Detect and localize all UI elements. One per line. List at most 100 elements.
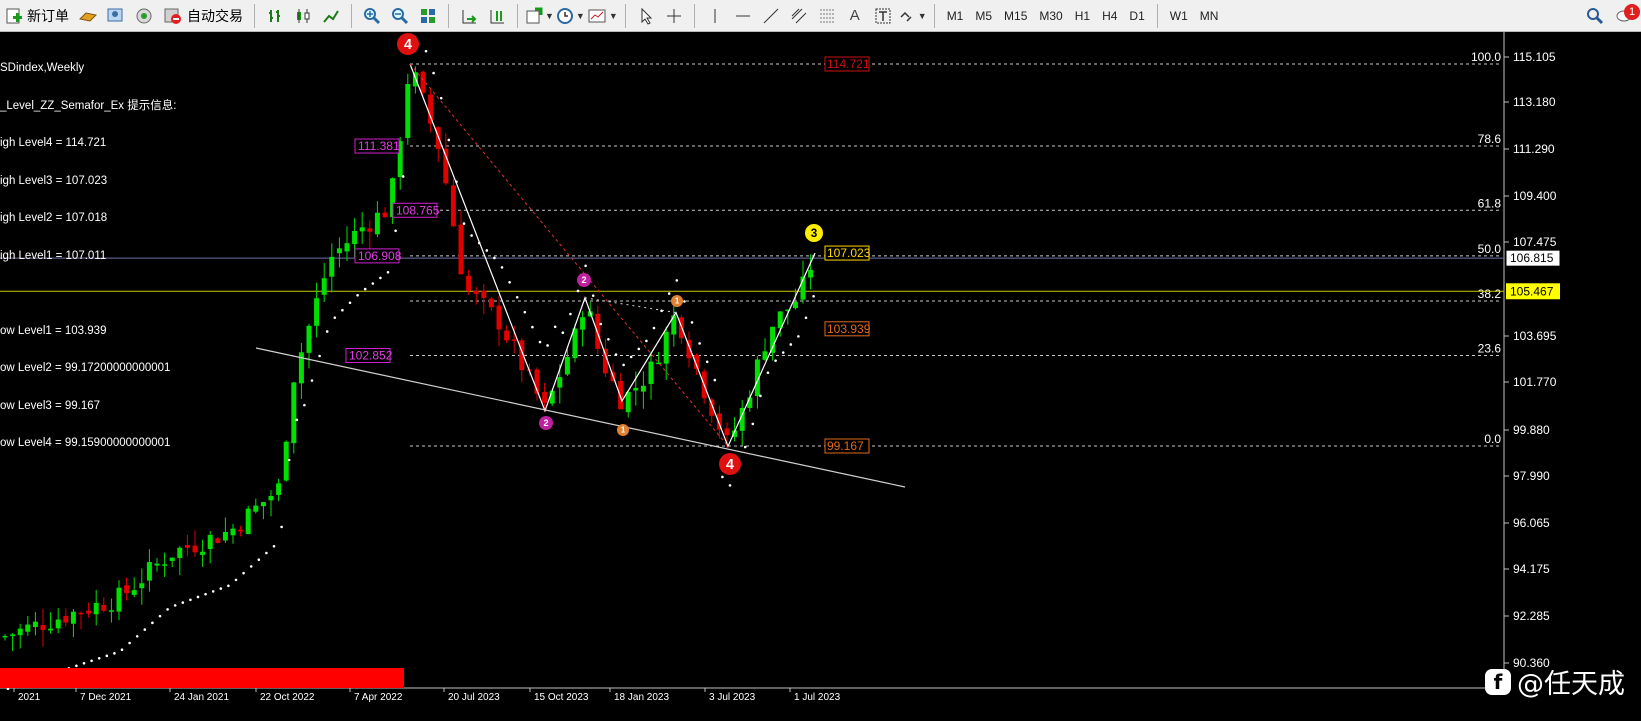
- semafor-label: 1: [621, 426, 626, 435]
- indicator-line: igh Level2 = 107.018: [0, 212, 108, 224]
- time-label: 15 Oct 2023: [534, 692, 589, 703]
- sar-dot: [667, 292, 671, 295]
- sar-dot: [531, 325, 534, 329]
- candle-body: [169, 557, 175, 561]
- sar-dot: [645, 339, 648, 343]
- fibonacci-button[interactable]: [814, 3, 840, 29]
- candle-body: [192, 545, 198, 553]
- sar-dot: [614, 353, 618, 356]
- candle-body: [542, 392, 548, 403]
- sar-dot: [759, 394, 762, 398]
- sar-dot: [629, 355, 633, 359]
- chart-window[interactable]: 115.105 113.180 111.290 109.400 107.475 103.6…: [0, 32, 1641, 721]
- candle-body: [146, 562, 152, 581]
- periods-button[interactable]: ▼: [556, 3, 585, 29]
- chart-shift-button[interactable]: [484, 3, 510, 29]
- search-button[interactable]: [1582, 3, 1608, 29]
- auto-trading-button[interactable]: 自动交易: [159, 3, 247, 29]
- candle-body: [116, 587, 122, 612]
- sar-dot: [181, 601, 185, 604]
- data-window-button[interactable]: [103, 3, 129, 29]
- auto-trading-label: 自动交易: [187, 7, 243, 24]
- indicators-button[interactable]: ▼: [525, 3, 554, 29]
- candle-body: [466, 275, 472, 291]
- price-label: 111.290: [1513, 142, 1555, 156]
- price-label: 97.990: [1513, 469, 1550, 483]
- arrows-button[interactable]: ▼: [898, 3, 927, 29]
- text-label-button[interactable]: [870, 3, 896, 29]
- sar-dot: [90, 659, 93, 663]
- navigator-button[interactable]: [131, 3, 157, 29]
- sar-dot: [280, 525, 283, 529]
- time-label: 3 Jul 2023: [709, 692, 756, 703]
- sar-dot: [386, 270, 390, 274]
- zoom-out-button[interactable]: [387, 3, 413, 29]
- price-label: 99.880: [1513, 423, 1550, 437]
- price-label: 101.770: [1513, 375, 1557, 389]
- toolbar-separator: [517, 3, 518, 28]
- fib-price-label: 102.852: [349, 348, 393, 362]
- chevron-down-icon: ▼: [575, 10, 585, 21]
- timeframe-m15[interactable]: M15: [998, 3, 1033, 29]
- candle-body: [230, 528, 236, 536]
- fib-level-label: 23.6: [1478, 341, 1502, 355]
- horizontal-line-button[interactable]: [730, 3, 756, 29]
- zoom-in-button[interactable]: [359, 3, 385, 29]
- candle-body: [291, 382, 297, 444]
- sar-dot: [105, 654, 109, 658]
- auto-trading-icon: [164, 8, 181, 24]
- candle-body: [177, 547, 183, 559]
- text-button[interactable]: A: [842, 3, 868, 29]
- candle-body: [580, 317, 586, 330]
- crosshair-button[interactable]: [661, 3, 687, 29]
- price-label: 96.065: [1513, 516, 1550, 530]
- crosshair-icon: [666, 8, 681, 23]
- sar-dot: [318, 354, 321, 358]
- trendline: [255, 347, 906, 488]
- notifications-button[interactable]: 1: [1610, 3, 1640, 29]
- templates-button[interactable]: ▼: [587, 3, 618, 29]
- time-label: 2021: [18, 692, 41, 703]
- fib-level-label: 78.6: [1478, 132, 1502, 146]
- timeframe-m5[interactable]: M5: [969, 3, 998, 29]
- autoscroll-button[interactable]: [456, 3, 482, 29]
- candle-body: [496, 305, 502, 330]
- equidistant-channel-button[interactable]: [786, 3, 812, 29]
- chevron-down-icon: ▼: [608, 10, 618, 21]
- line-chart-button[interactable]: [318, 3, 344, 29]
- price-label: 113.180: [1513, 95, 1556, 109]
- fib-price-label: 106.908: [358, 249, 402, 263]
- price-chart[interactable]: 115.105 113.180 111.290 109.400 107.475 103.6…: [0, 32, 1641, 721]
- timeframe-w1[interactable]: W1: [1164, 3, 1194, 29]
- sar-dot: [789, 343, 793, 346]
- bar-chart-button[interactable]: [262, 3, 288, 29]
- candlestick-icon: [297, 8, 310, 23]
- candle-body: [420, 71, 426, 93]
- candle-body: [17, 628, 23, 636]
- sar-dot: [135, 634, 139, 638]
- timeframe-h4[interactable]: H4: [1096, 3, 1123, 29]
- market-watch-button[interactable]: [75, 3, 101, 29]
- sar-dot: [242, 571, 245, 575]
- candle-body: [314, 298, 320, 326]
- cursor-button[interactable]: [633, 3, 659, 29]
- trendline-button[interactable]: [758, 3, 784, 29]
- candlestick-button[interactable]: [290, 3, 316, 29]
- current-price-tag: 105.467: [1510, 284, 1554, 298]
- timeframe-d1[interactable]: D1: [1123, 3, 1150, 29]
- level-price-label: 107.023: [827, 246, 871, 260]
- sar-dot: [189, 598, 192, 602]
- vertical-line-button[interactable]: [702, 3, 728, 29]
- timeframe-h1[interactable]: H1: [1069, 3, 1096, 29]
- sar-dot: [599, 322, 603, 326]
- timeframe-mn[interactable]: MN: [1194, 3, 1225, 29]
- timeframe-m30[interactable]: M30: [1033, 3, 1068, 29]
- cursor-icon: [641, 7, 652, 25]
- timeframe-m1[interactable]: M1: [941, 3, 970, 29]
- candle-body: [268, 495, 274, 501]
- chevron-down-icon: ▼: [917, 10, 927, 21]
- new-order-button[interactable]: 新订单: [1, 3, 73, 29]
- sar-dot: [622, 363, 625, 367]
- line-chart-icon: [323, 9, 339, 23]
- tile-windows-button[interactable]: [415, 3, 441, 29]
